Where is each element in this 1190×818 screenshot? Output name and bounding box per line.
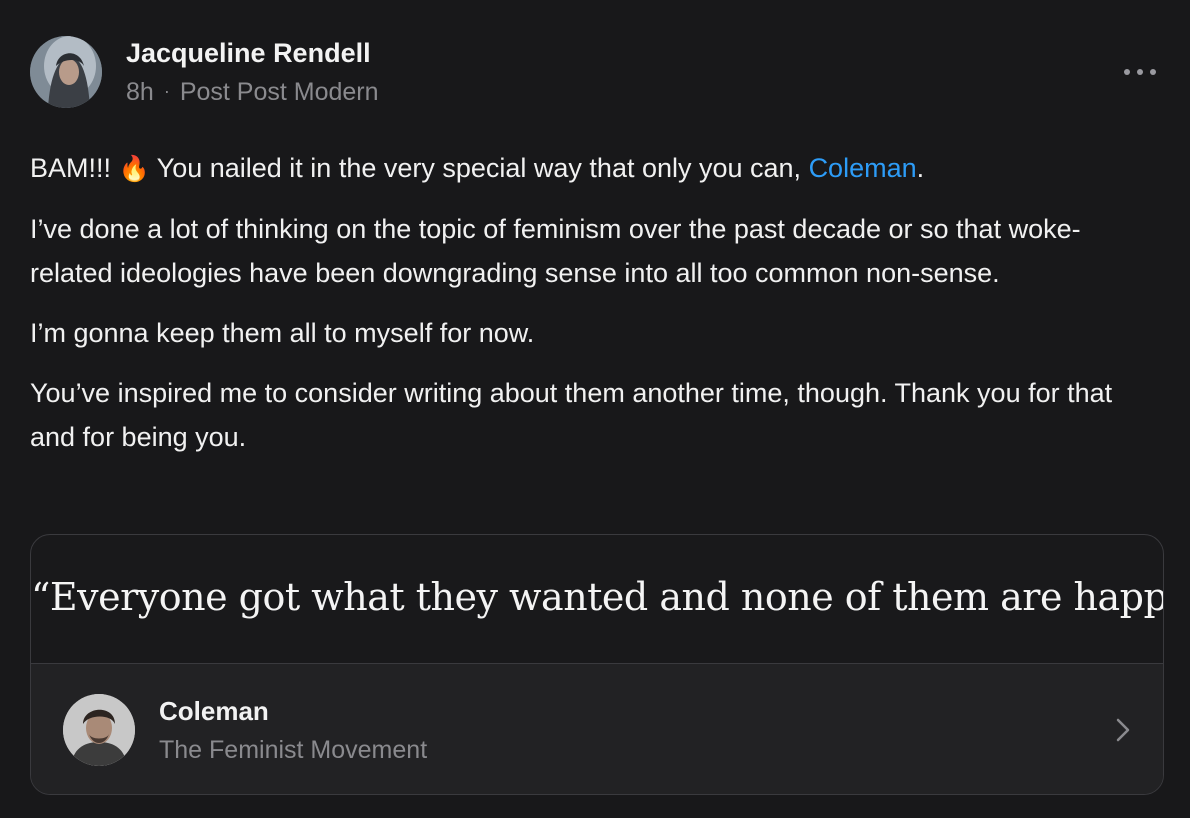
meta-separator: · <box>163 81 170 101</box>
quote-author-name: Coleman <box>159 696 269 726</box>
author-avatar[interactable] <box>30 36 102 108</box>
chevron-right-icon <box>1116 718 1130 742</box>
post-header: Jacqueline Rendell 8h · Post Post Modern <box>30 36 1160 108</box>
post: Jacqueline Rendell 8h · Post Post Modern B… <box>0 0 1190 818</box>
more-horizontal-icon-dot <box>1137 69 1143 75</box>
quote-author-avatar <box>63 694 135 766</box>
post-paragraph: I’ve done a lot of thinking on the topic… <box>30 214 1081 288</box>
quote-card[interactable]: “Everyone got what they wanted and none … <box>30 534 1164 795</box>
author-name[interactable]: Jacqueline Rendell <box>126 38 371 69</box>
post-paragraph: You’ve inspired me to consider writing a… <box>30 378 1113 452</box>
more-horizontal-icon <box>1124 69 1130 75</box>
fire-icon: 🔥 <box>118 155 150 183</box>
post-paragraph: BAM!!! 🔥 You nailed it in the very speci… <box>30 146 1155 191</box>
quote-source-title: The Feminist Movement <box>159 736 428 764</box>
quote-text: “Everyone got what they wanted and none … <box>31 575 1164 619</box>
paragraph-text: BAM!!! <box>30 153 119 183</box>
post-meta: 8h · Post Post Modern <box>126 78 379 107</box>
post-body: BAM!!! 🔥 You nailed it in the very speci… <box>30 146 1155 475</box>
more-horizontal-icon-dot <box>1150 69 1156 75</box>
paragraph-text: You nailed it in the very special way th… <box>149 153 809 183</box>
post-paragraph: I’m gonna keep them all to myself for no… <box>30 318 535 348</box>
post-time: 8h <box>126 78 154 106</box>
more-options-button[interactable] <box>1124 62 1160 82</box>
paragraph-text: . <box>916 153 925 183</box>
publication-link[interactable]: Post Post Modern <box>180 78 379 106</box>
quote-source-link[interactable]: Coleman The Feminist Movement <box>31 663 1163 794</box>
mention-link[interactable]: Coleman <box>809 153 917 183</box>
